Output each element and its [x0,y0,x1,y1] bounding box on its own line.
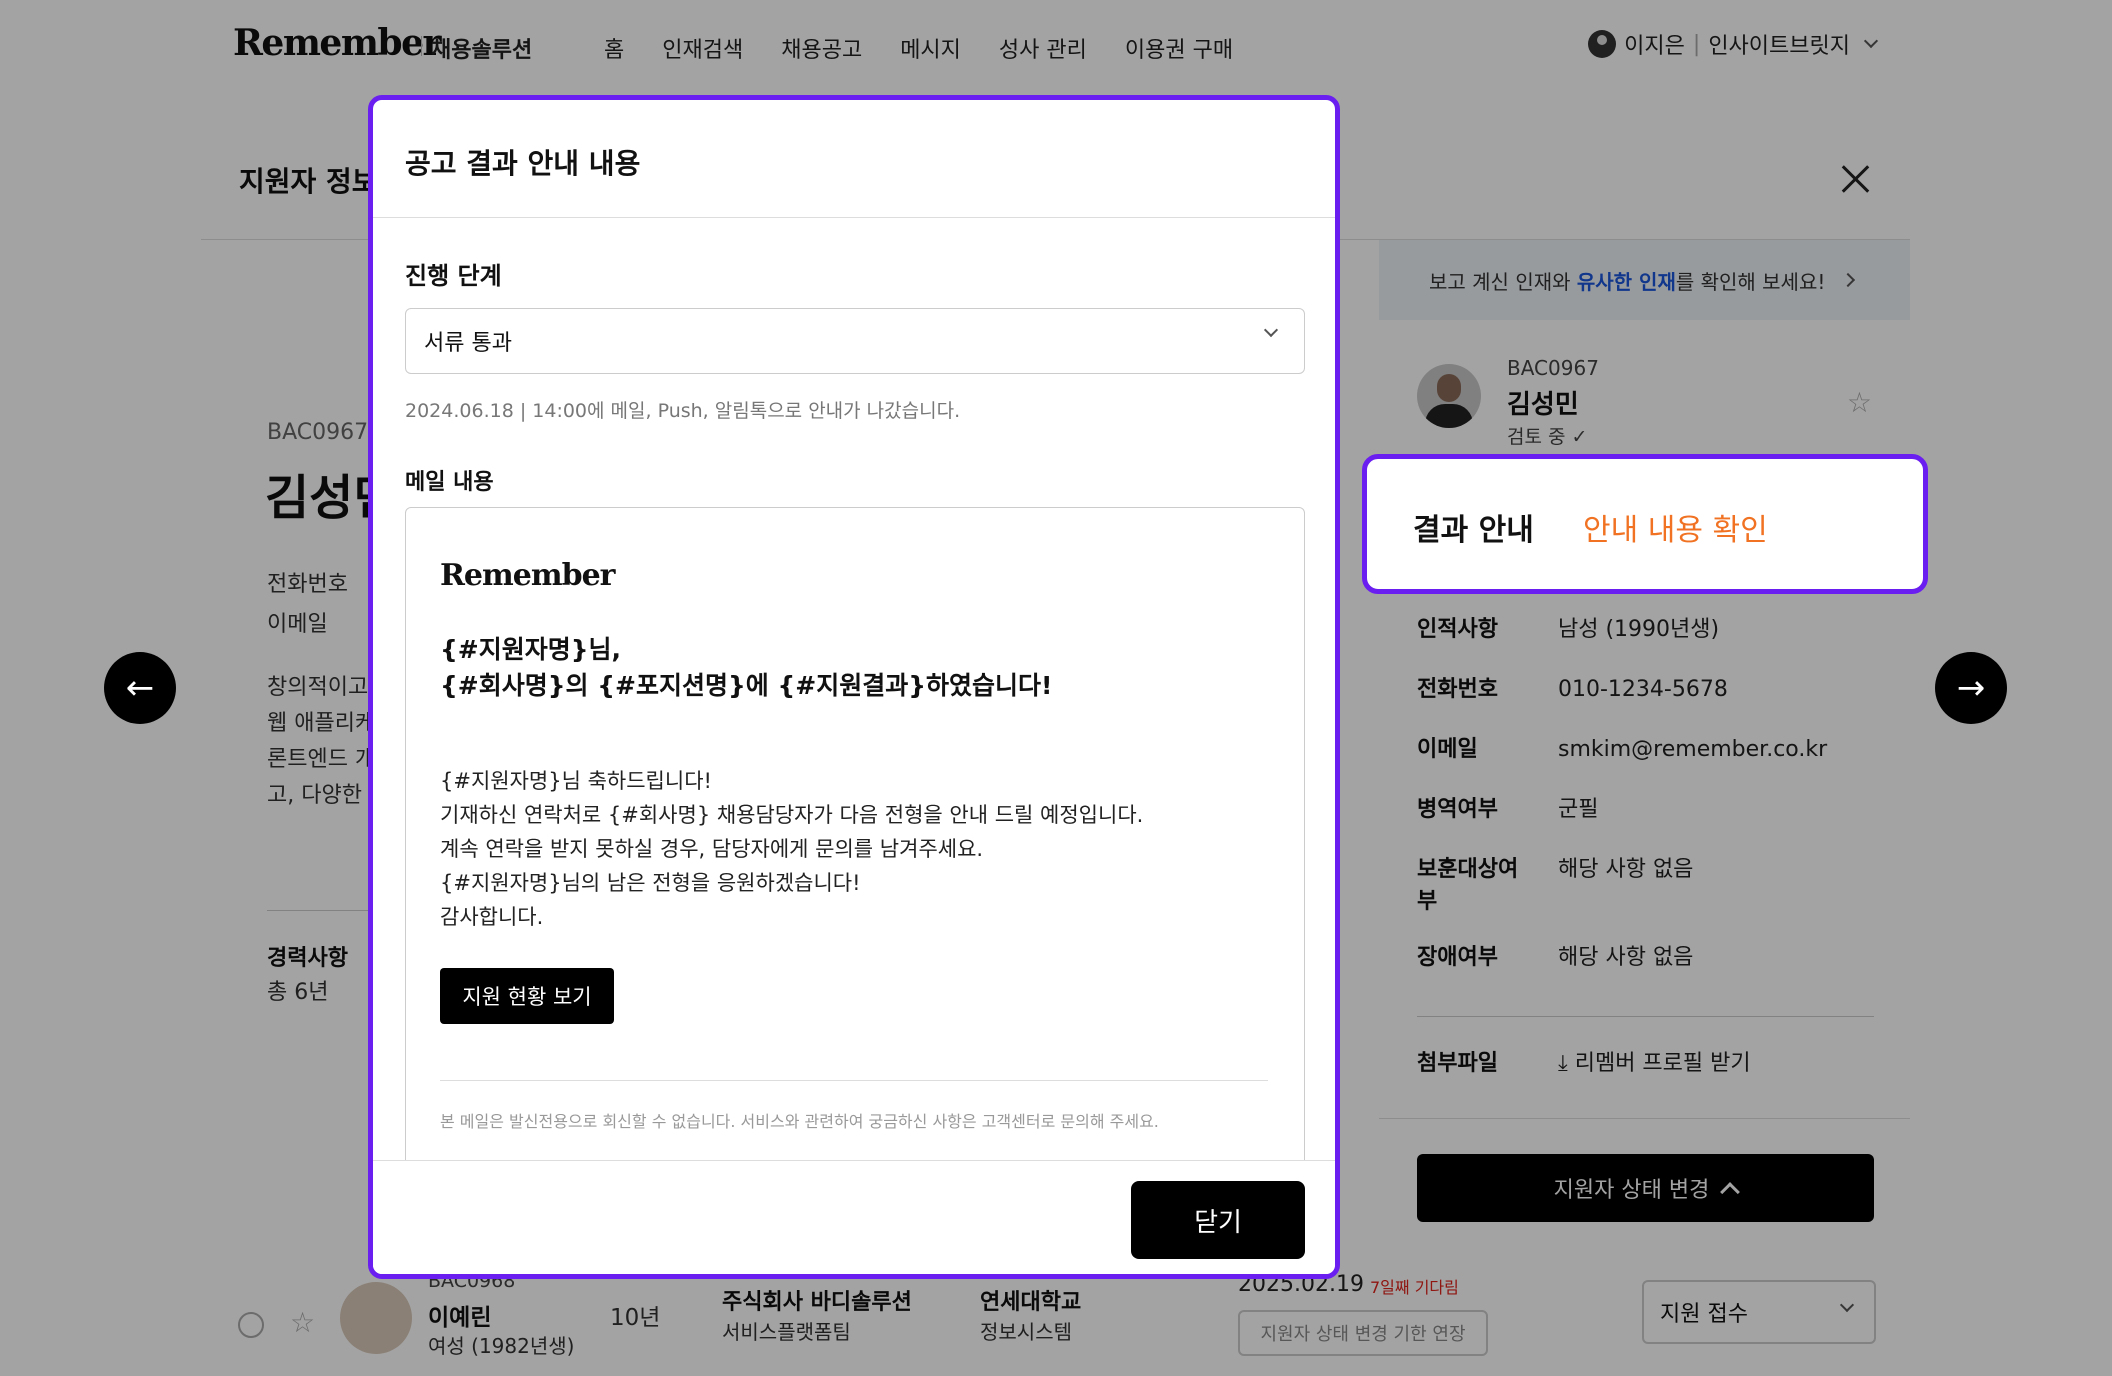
result-notice-card: 결과 안내 안내 내용 확인 [1362,454,1928,594]
mail-body-line: 기재하신 연락처로 {#회사명} 채용담당자가 다음 전형을 안내 드릴 예정입… [440,803,1144,827]
divider [440,1080,1268,1081]
sent-note: 2024.06.18 | 14:00에 메일, Push, 알림톡으로 안내가 … [405,400,961,422]
mail-body-line: {#지원자명}님의 남은 전형을 응원하겠습니다! [440,871,861,895]
arrow-right-icon: → [1956,668,1986,708]
mail-heading: {#지원자명}님, {#회사명}의 {#포지션명}에 {#지원결과}하였습니다! [440,632,1052,704]
mail-preview: Remember {#지원자명}님, {#회사명}의 {#포지션명}에 {#지원… [405,507,1305,1183]
stage-label: 진행 단계 [405,262,502,290]
mail-logo: Remember [440,558,615,593]
mail-body-line: 계속 연락을 받지 못하실 경우, 담당자에게 문의를 남겨주세요. [440,837,984,861]
view-notice-link[interactable]: 안내 내용 확인 [1583,505,1768,549]
prev-applicant-button[interactable]: ← [104,652,176,724]
result-notice-modal: 공고 결과 안내 내용 진행 단계 서류 통과 2024.06.18 | 14:… [368,95,1340,1279]
modal-header: 공고 결과 안내 내용 [373,100,1335,218]
stage-select-value: 서류 통과 [424,331,512,356]
mail-body-line: 감사합니다. [440,905,544,929]
close-button[interactable]: 닫기 [1131,1181,1305,1259]
mail-content-label: 메일 내용 [405,470,494,495]
arrow-left-icon: ← [125,668,155,708]
chevron-down-icon [1263,322,1279,338]
mail-body-line: {#지원자명}님 축하드립니다! [440,769,712,793]
result-notice-label: 결과 안내 [1413,513,1534,548]
mail-heading-line: {#회사명}의 {#포지션명}에 {#지원결과}하였습니다! [440,671,1053,700]
view-application-button[interactable]: 지원 현황 보기 [440,968,614,1024]
mail-body: {#지원자명}님 축하드립니다! 기재하신 연락처로 {#회사명} 채용담당자가… [440,764,1143,934]
modal-title: 공고 결과 안내 내용 [405,147,641,180]
mail-heading-line: {#지원자명}님, [440,635,622,664]
modal-footer: 닫기 [373,1160,1335,1274]
stage-select[interactable]: 서류 통과 [405,308,1305,374]
mail-footer-note: 본 메일은 발신전용으로 회신할 수 없습니다. 서비스와 관련하여 궁금하신 … [440,1112,1159,1131]
next-applicant-button[interactable]: → [1935,652,2007,724]
